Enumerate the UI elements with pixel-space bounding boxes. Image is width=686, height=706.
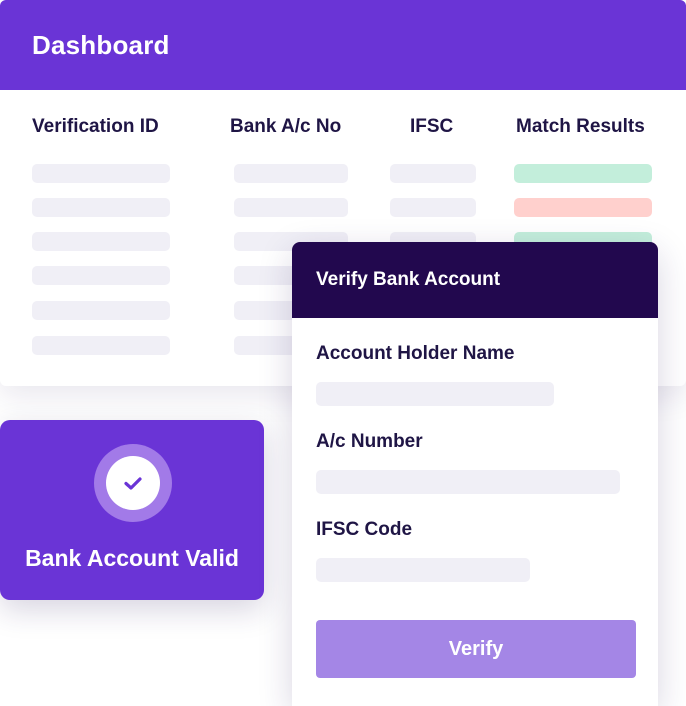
ifsc-code-label: IFSC Code — [316, 519, 413, 540]
column-header-ifsc: IFSC — [410, 116, 454, 137]
verify-button[interactable]: Verify — [316, 620, 636, 678]
placeholder-cell — [32, 266, 170, 285]
placeholder-cell — [32, 232, 170, 251]
placeholder-cell — [390, 164, 476, 183]
placeholder-cell — [32, 336, 170, 355]
column-header-bank-ac-no: Bank A/c No — [230, 116, 342, 137]
match-result-success — [514, 164, 652, 183]
dashboard-title: Dashboard — [32, 29, 170, 60]
placeholder-cell — [234, 164, 348, 183]
verify-bank-account-form: Verify Bank Account Account Holder Name … — [292, 242, 658, 706]
placeholder-cell — [390, 198, 476, 217]
account-holder-name-label: Account Holder Name — [316, 343, 515, 364]
column-header-verification-id: Verification ID — [32, 116, 159, 137]
column-header-match-results: Match Results — [516, 116, 645, 137]
match-result-failure — [514, 198, 652, 217]
bank-account-valid-card: Bank Account Valid — [0, 420, 264, 600]
placeholder-cell — [234, 198, 348, 217]
check-icon — [106, 456, 160, 510]
placeholder-cell — [32, 198, 170, 217]
placeholder-cell — [32, 301, 170, 320]
stage: Dashboard Verification ID Bank A/c No IF… — [0, 0, 686, 706]
check-badge — [94, 444, 172, 522]
placeholder-cell — [32, 164, 170, 183]
ac-number-input[interactable] — [316, 470, 620, 494]
verify-form-title: Verify Bank Account — [316, 269, 501, 290]
dashboard-header: Dashboard — [0, 0, 686, 90]
ac-number-label: A/c Number — [316, 431, 423, 452]
ifsc-code-input[interactable] — [316, 558, 530, 582]
valid-status-text: Bank Account Valid — [25, 545, 239, 571]
account-holder-name-input[interactable] — [316, 382, 554, 406]
verify-form-header: Verify Bank Account — [292, 242, 658, 318]
